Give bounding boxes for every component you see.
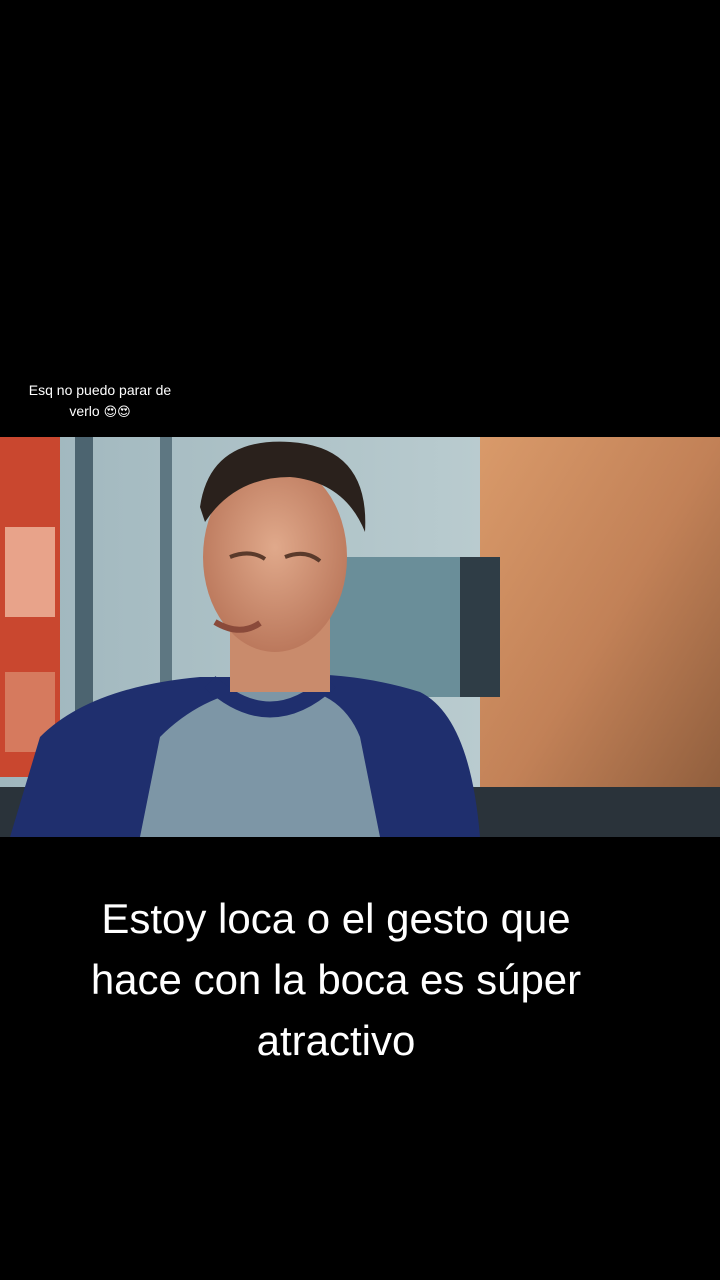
overlay-caption-word: verlo (69, 403, 100, 419)
subtitle-caption: Estoy loca o el gesto que hace con la bo… (40, 888, 632, 1071)
subtitle-line-1: Estoy loca o el gesto que (101, 895, 571, 942)
overlay-caption: Esq no puedo parar de verlo 😍😍 (0, 380, 200, 423)
video-frame (0, 437, 720, 837)
overlay-caption-line-1: Esq no puedo parar de (28, 382, 172, 398)
subtitle-line-3: atractivo (256, 1017, 416, 1064)
subtitle-line-2: hace con la boca es súper (90, 956, 582, 1003)
video-still-image (0, 437, 720, 837)
heart-eyes-emoji-icon: 😍😍 (103, 405, 131, 420)
overlay-caption-line-2: verlo 😍😍 (0, 401, 200, 423)
